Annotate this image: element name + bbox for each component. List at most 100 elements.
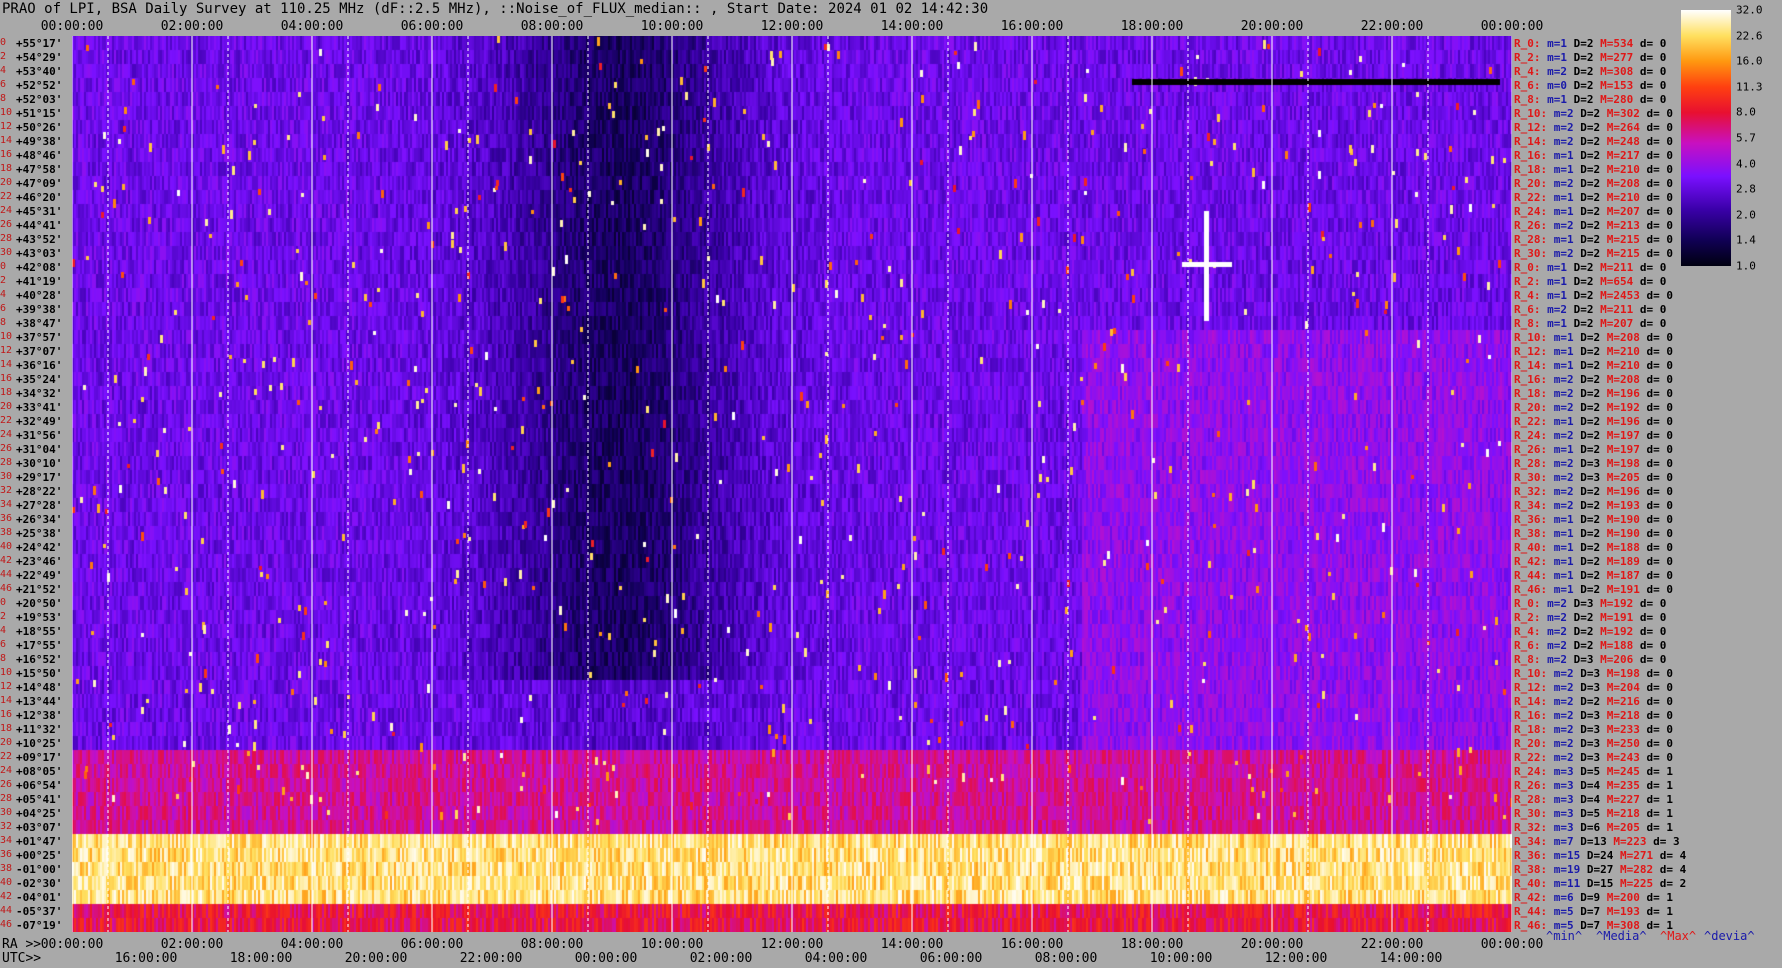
declination-label: +12°38': [16, 709, 63, 722]
beam-stat-value: m=1: [1547, 569, 1574, 582]
row-index-label: 38: [0, 863, 13, 874]
beam-stat-row: R_46: m=1 D=2 M=191 d= 0: [1514, 583, 1673, 596]
beam-stat-value: m=1: [1540, 317, 1567, 330]
beam-stat-value: d= 0: [1639, 289, 1673, 302]
beam-stat-value: d= 0: [1639, 345, 1673, 358]
beam-stat-value: R_18:: [1514, 723, 1548, 736]
beam-stat-value: d= 0: [1639, 681, 1673, 694]
beam-stat-value: M=218: [1600, 807, 1640, 820]
beam-stat-value: m=15: [1547, 849, 1581, 862]
beam-stat-value: D=2: [1573, 485, 1601, 498]
declination-label: +34°32': [16, 387, 63, 400]
beam-stat-value: d= 1: [1639, 793, 1673, 806]
beam-stat-value: d= 0: [1639, 667, 1673, 680]
heatmap-plot[interactable]: [72, 36, 1512, 932]
beam-stat-row: R_46: m=5 D=7 M=308 d= 1: [1514, 919, 1673, 932]
beam-stat-value: R_12:: [1514, 681, 1548, 694]
row-index-label: 6: [0, 303, 7, 314]
beam-stat-value: d= 0: [1639, 359, 1673, 372]
beam-stat-value: m=1: [1547, 513, 1574, 526]
declination-label: +30°10': [16, 457, 63, 470]
beam-stat-row: R_22: m=1 D=2 M=210 d= 0: [1514, 191, 1673, 204]
utc-tick-label: 10:00:00: [1149, 951, 1213, 966]
beam-stat-value: R_36:: [1514, 513, 1548, 526]
row-index-label: 14: [0, 135, 13, 146]
beam-stat-value: M=282: [1613, 863, 1654, 876]
beam-stat-value: R_22:: [1514, 751, 1548, 764]
beam-stat-value: d= 0: [1633, 317, 1667, 330]
row-index-label: 4: [0, 65, 7, 76]
utc-tick-label: 06:00:00: [919, 951, 983, 966]
row-index-label: 28: [0, 457, 13, 468]
beam-stat-value: m=2: [1547, 667, 1574, 680]
beam-stat-value: d= 0: [1633, 275, 1667, 288]
beam-stat-value: R_12:: [1514, 345, 1548, 358]
beam-stat-value: d= 0: [1639, 149, 1673, 162]
declination-label: +36°16': [16, 359, 63, 372]
beam-stat-value: m=3: [1547, 765, 1574, 778]
beam-stat-value: m=2: [1547, 471, 1574, 484]
beam-stat-value: R_32:: [1514, 821, 1548, 834]
beam-stat-value: d= 0: [1639, 443, 1673, 456]
row-index-label: 44: [0, 569, 13, 580]
beam-stat-value: R_30:: [1514, 471, 1548, 484]
chart-title: PRAO of LPI, BSA Daily Survey at 110.25 …: [2, 1, 989, 17]
beam-stat-value: M=217: [1600, 149, 1640, 162]
beam-stat-value: M=205: [1600, 821, 1640, 834]
row-index-label: 10: [0, 667, 13, 678]
row-index-label: 28: [0, 233, 13, 244]
beam-stat-value: M=2453: [1593, 289, 1640, 302]
beam-stat-value: D=2: [1573, 219, 1601, 232]
beam-stat-value: D=2: [1567, 65, 1594, 78]
beam-stat-value: m=2: [1540, 611, 1567, 624]
declination-label: +06°54': [16, 779, 63, 792]
beam-stat-value: D=2: [1567, 261, 1594, 274]
beam-stat-value: R_28:: [1514, 457, 1548, 470]
beam-stat-value: M=308: [1593, 65, 1634, 78]
ra-tick-label: 00:00:00: [40, 937, 104, 952]
beam-stat-value: D=2: [1573, 121, 1601, 134]
beam-stat-value: d= 0: [1639, 135, 1673, 148]
beam-stat-value: d= 0: [1639, 527, 1673, 540]
row-index-label: 8: [0, 653, 7, 664]
row-index-label: 18: [0, 387, 13, 398]
beam-stat-value: m=1: [1540, 289, 1567, 302]
beam-stat-value: R_42:: [1514, 555, 1548, 568]
beam-stat-value: d= 0: [1639, 583, 1673, 596]
beam-stat-row: R_4: m=2 D=2 M=308 d= 0: [1514, 65, 1666, 78]
declination-label: -07°19': [16, 919, 63, 932]
colorbar-tick-label: 1.0: [1736, 259, 1756, 273]
beam-stat-value: M=208: [1600, 331, 1640, 344]
beam-stat-value: R_22:: [1514, 191, 1548, 204]
beam-stat-value: M=534: [1593, 37, 1634, 50]
declination-label: +40°28': [16, 289, 63, 302]
ra-tick-label: 10:00:00: [640, 937, 704, 952]
beam-stat-value: d= 1: [1639, 821, 1673, 834]
beam-stat-value: M=197: [1600, 429, 1640, 442]
beam-stat-row: R_20: m=2 D=2 M=192 d= 0: [1514, 401, 1673, 414]
row-index-label: 10: [0, 107, 13, 118]
declination-axis: 0 +55°17' 2 +54°29' 4 +53°40' 6 +52°52' 8 +52°03'…: [0, 36, 72, 932]
row-index-label: 6: [0, 79, 7, 90]
declination-label: +05°41': [16, 793, 63, 806]
declination-label: +11°32': [16, 723, 63, 736]
beam-stat-value: d= 2: [1653, 877, 1687, 890]
declination-label: +21°52': [16, 583, 63, 596]
beam-stat-value: M=225: [1613, 877, 1654, 890]
beam-stat-value: D=5: [1573, 765, 1601, 778]
declination-label: +24°42': [16, 541, 63, 554]
beam-stat-value: M=215: [1600, 233, 1640, 246]
beam-stat-value: d= 0: [1639, 177, 1673, 190]
beam-stat-value: m=2: [1547, 387, 1574, 400]
declination-label: +43°52': [16, 233, 63, 246]
beam-stat-value: D=2: [1567, 275, 1594, 288]
beam-stat-row: R_26: m=2 D=2 M=213 d= 0: [1514, 219, 1673, 232]
beam-stat-value: d= 0: [1639, 485, 1673, 498]
declination-label: +10°25': [16, 737, 63, 750]
row-index-label: 36: [0, 513, 13, 524]
beam-stat-value: M=210: [1600, 345, 1640, 358]
ra-axis-title: RA >>: [2, 937, 42, 952]
beam-stat-value: R_16:: [1514, 709, 1548, 722]
beam-stat-row: R_4: m=2 D=2 M=192 d= 0: [1514, 625, 1666, 638]
beam-stat-value: M=277: [1593, 51, 1634, 64]
